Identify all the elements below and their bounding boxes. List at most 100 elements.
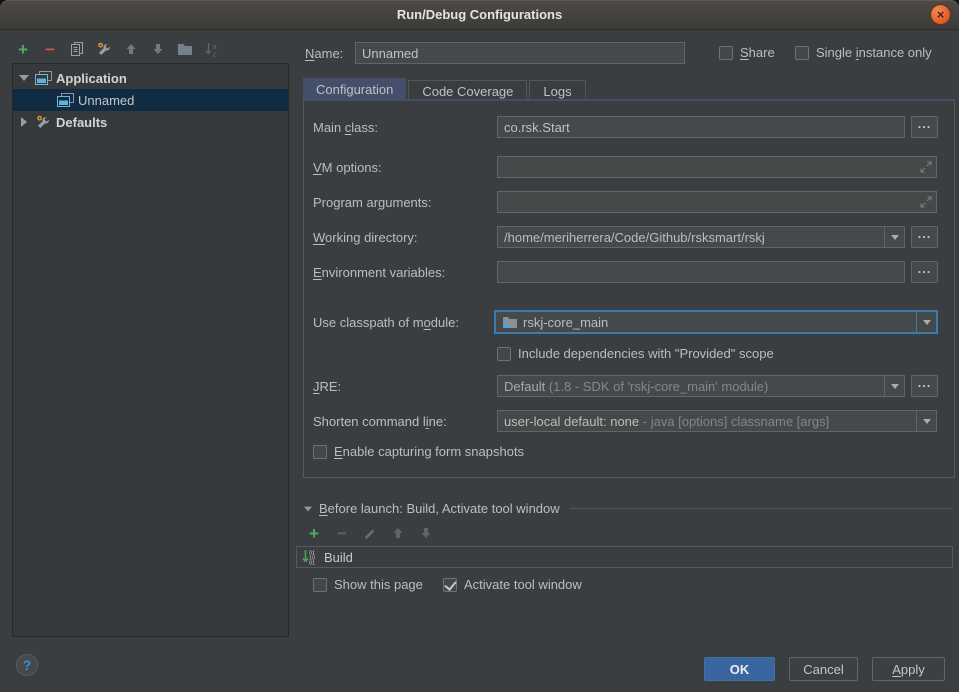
sort-az-icon: az [204, 41, 220, 57]
before-launch-task-build[interactable]: 011001 Build [296, 546, 953, 568]
create-folder-button[interactable] [176, 40, 194, 58]
move-task-down-button[interactable] [417, 524, 435, 542]
shorten-command-line-combobox[interactable]: user-local default: none - java [options… [497, 410, 937, 432]
show-this-page-checkbox[interactable] [313, 578, 327, 592]
ellipsis-icon: ... [918, 121, 932, 126]
enable-snapshots-label: Enable capturing form snapshots [334, 444, 524, 459]
expand-field-icon[interactable] [920, 161, 932, 173]
dropdown-arrow-icon[interactable] [884, 227, 904, 247]
help-button[interactable]: ? [16, 654, 38, 676]
vm-options-input[interactable] [497, 156, 937, 178]
environment-variables-label: Environment variables: [313, 265, 445, 280]
application-icon [57, 93, 74, 108]
working-directory-combobox[interactable]: /home/meriherrera/Code/Github/rsksmart/r… [497, 226, 905, 248]
arrow-up-icon [391, 526, 405, 540]
tree-item-unnamed[interactable]: Unnamed [13, 89, 288, 111]
svg-text:z: z [213, 50, 217, 58]
share-checkbox[interactable] [719, 46, 733, 60]
name-input[interactable]: Unnamed [355, 42, 685, 64]
collapse-arrow-icon[interactable] [13, 117, 35, 127]
wrench-icon [96, 41, 113, 57]
remove-task-button[interactable]: − [333, 524, 351, 542]
tab-code-coverage[interactable]: Code Coverage [408, 80, 527, 101]
move-up-button[interactable] [122, 40, 140, 58]
sort-configurations-button[interactable]: az [203, 40, 221, 58]
section-collapse-icon[interactable] [304, 506, 312, 511]
shorten-command-line-label: Shorten command line: [313, 414, 447, 429]
application-icon [35, 71, 52, 86]
before-launch-toolbar: + − [305, 524, 435, 542]
tree-item-label: Defaults [56, 115, 107, 130]
apply-button[interactable]: Apply [872, 657, 945, 681]
remove-configuration-button[interactable]: − [41, 40, 59, 58]
activate-tool-window-checkbox-row: Activate tool window [443, 577, 582, 592]
tree-item-application[interactable]: Application [13, 67, 288, 89]
section-divider [570, 508, 953, 509]
tab-logs[interactable]: Logs [529, 80, 585, 101]
folder-icon [177, 42, 193, 56]
tab-configuration[interactable]: Configuration [303, 78, 406, 101]
edit-task-button[interactable] [361, 524, 379, 542]
share-label: Share [740, 45, 775, 60]
jre-combobox[interactable]: Default (1.8 - SDK of 'rskj-core_main' m… [497, 375, 905, 397]
pencil-icon [363, 526, 377, 540]
copy-icon [69, 41, 85, 57]
main-class-browse-button[interactable]: ... [911, 116, 938, 138]
move-down-button[interactable] [149, 40, 167, 58]
name-value: Unnamed [362, 46, 418, 61]
module-icon [502, 316, 518, 329]
jre-browse-button[interactable]: ... [911, 375, 938, 397]
add-configuration-button[interactable]: + [14, 40, 32, 58]
close-icon: × [937, 8, 945, 21]
expand-arrow-icon[interactable] [13, 75, 35, 81]
edit-defaults-button[interactable] [95, 40, 113, 58]
copy-configuration-button[interactable] [68, 40, 86, 58]
tab-bar: Configuration Code Coverage Logs [303, 78, 588, 101]
shorten-value-detail: - java [options] classname [args] [639, 414, 829, 429]
enable-snapshots-checkbox[interactable] [313, 445, 327, 459]
single-instance-label: Single instance only [816, 45, 932, 60]
ellipsis-icon: ... [918, 266, 932, 271]
single-instance-checkbox-row: Single instance only [795, 45, 932, 60]
expand-field-icon[interactable] [920, 196, 932, 208]
help-icon: ? [23, 657, 32, 673]
working-directory-browse-button[interactable]: ... [911, 226, 938, 248]
before-launch-section-header[interactable]: Before launch: Build, Activate tool wind… [303, 501, 953, 516]
add-icon: + [18, 41, 28, 58]
cancel-button[interactable]: Cancel [789, 657, 858, 681]
environment-variables-input[interactable] [497, 261, 905, 283]
activate-tool-window-label: Activate tool window [464, 577, 582, 592]
use-classpath-combobox[interactable]: rskj-core_main [494, 310, 938, 334]
activate-tool-window-checkbox[interactable] [443, 578, 457, 592]
use-classpath-value: rskj-core_main [523, 315, 608, 330]
tree-item-defaults[interactable]: Defaults [13, 111, 288, 133]
arrow-down-icon [151, 42, 165, 56]
ok-button[interactable]: OK [704, 657, 775, 681]
tree-item-label: Unnamed [78, 93, 134, 108]
dropdown-arrow-icon[interactable] [916, 411, 936, 431]
remove-icon: − [45, 41, 55, 58]
svg-text:01: 01 [309, 561, 315, 566]
include-provided-label: Include dependencies with "Provided" sco… [518, 346, 774, 361]
name-label: Name: [305, 46, 343, 61]
enable-snapshots-checkbox-row: Enable capturing form snapshots [313, 444, 524, 459]
move-task-up-button[interactable] [389, 524, 407, 542]
main-class-label: Main class: [313, 120, 378, 135]
dropdown-arrow-icon[interactable] [916, 312, 936, 332]
add-task-button[interactable]: + [305, 524, 323, 542]
configurations-tree: Application Unnamed Defaults [12, 63, 289, 637]
program-arguments-label: Program arguments: [313, 195, 432, 210]
show-this-page-label: Show this page [334, 577, 423, 592]
main-class-input[interactable]: co.rsk.Start [497, 116, 905, 138]
environment-variables-browse-button[interactable]: ... [911, 261, 938, 283]
working-directory-label: Working directory: [313, 230, 418, 245]
build-icon: 011001 [302, 549, 318, 565]
close-button[interactable]: × [930, 4, 951, 25]
include-provided-checkbox-row: Include dependencies with "Provided" sco… [497, 346, 774, 361]
shorten-value: user-local default: none [504, 414, 639, 429]
include-provided-checkbox[interactable] [497, 347, 511, 361]
single-instance-checkbox[interactable] [795, 46, 809, 60]
dropdown-arrow-icon[interactable] [884, 376, 904, 396]
arrow-up-icon [124, 42, 138, 56]
program-arguments-input[interactable] [497, 191, 937, 213]
